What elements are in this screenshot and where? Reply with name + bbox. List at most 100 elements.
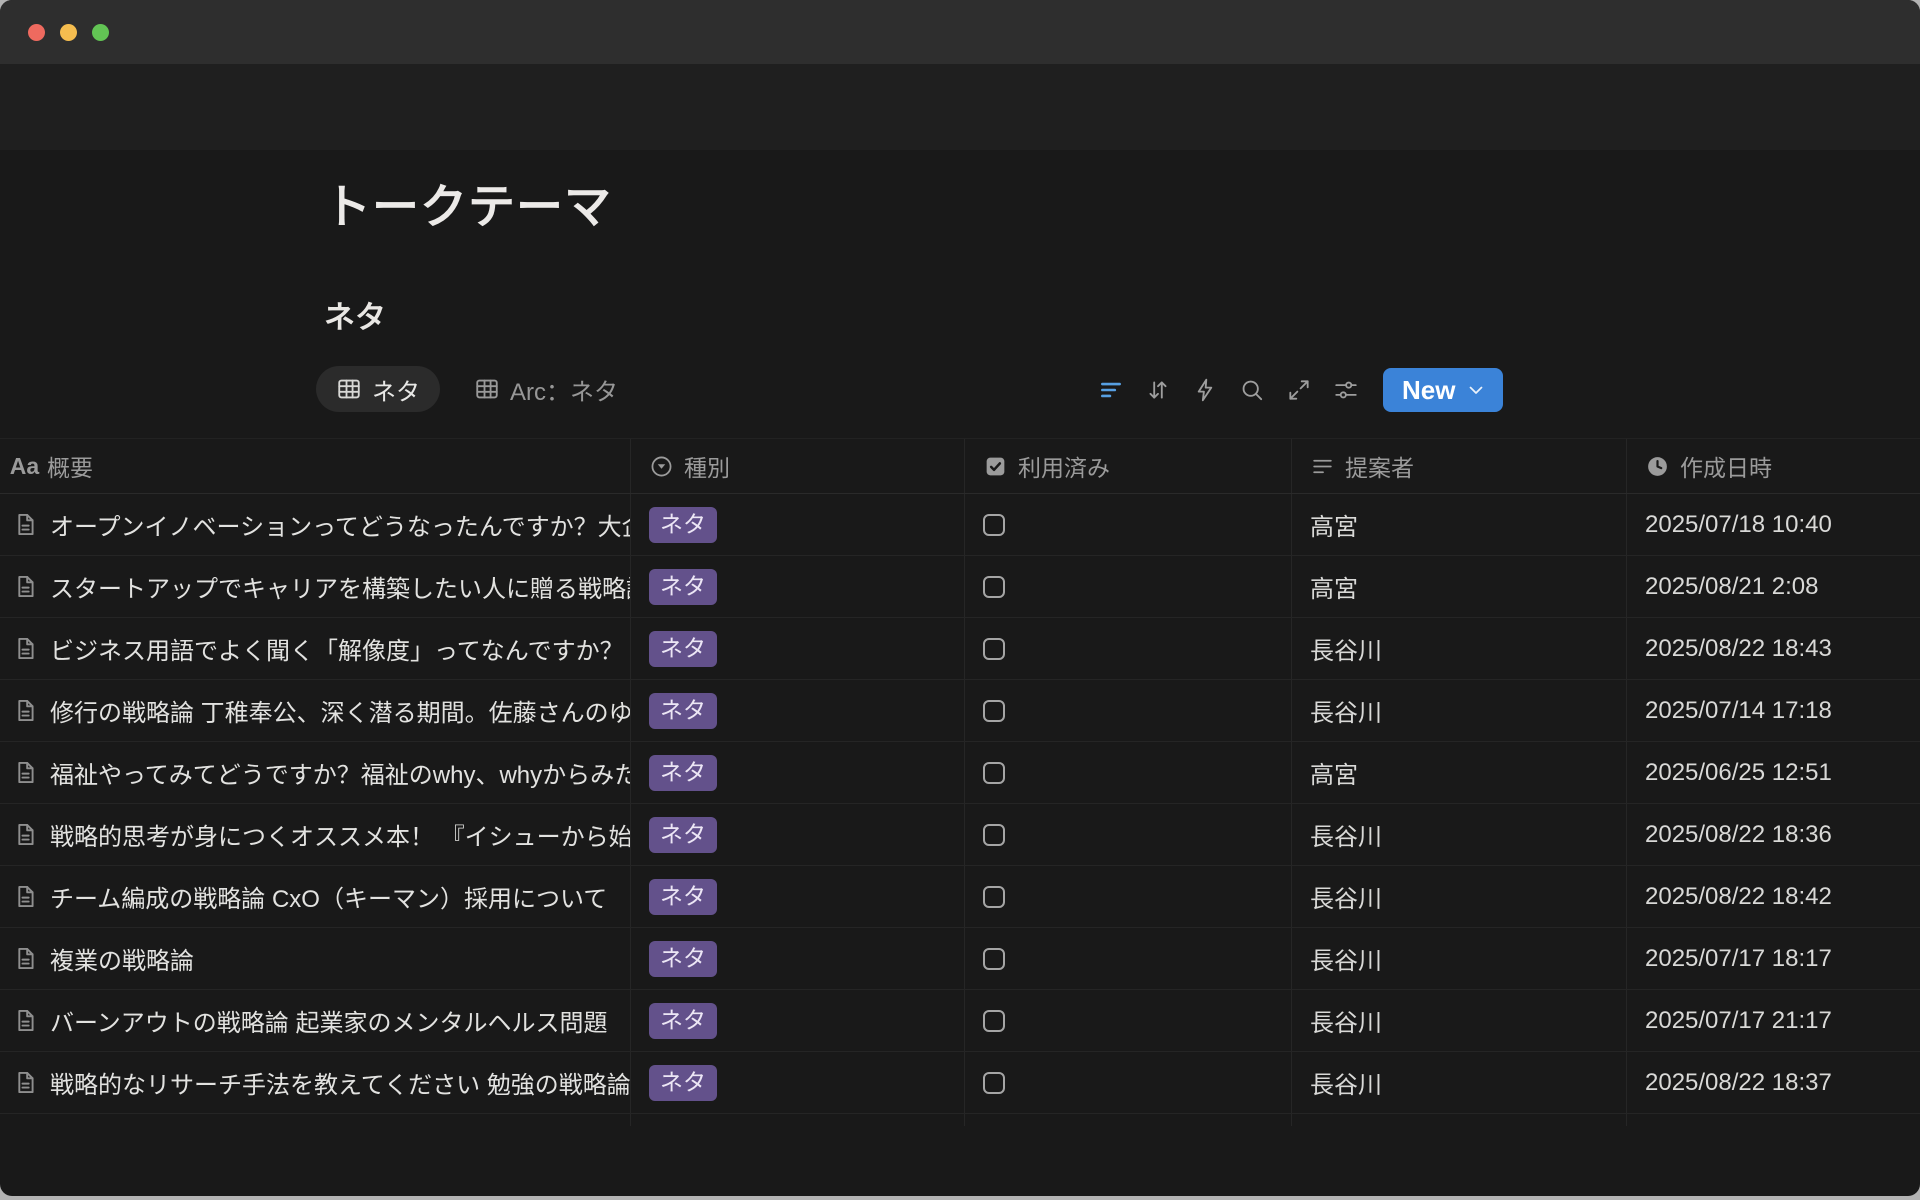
column-header[interactable]: 提案者 [1292,439,1627,493]
used-checkbox[interactable] [983,576,1005,598]
view-tabs: ネタ Arc：ネタ [316,366,638,412]
type-cell[interactable]: ネタ [631,866,965,927]
used-cell[interactable] [965,804,1292,865]
zoom-button[interactable] [92,24,109,41]
filter-icon[interactable] [1098,377,1124,403]
clock-icon [1645,454,1670,479]
type-cell[interactable]: ネタ [631,556,965,617]
used-checkbox[interactable] [983,700,1005,722]
column-header[interactable]: 作成日時 [1627,439,1920,493]
sliders-icon[interactable] [1333,377,1359,403]
type-cell[interactable]: ネタ [631,990,965,1051]
proposer-value: 長谷川 [1310,1065,1382,1100]
proposer-cell[interactable]: 長谷川 [1292,1052,1627,1113]
title-cell[interactable]: バーンアウトの戦略論 起業家のメンタルヘルス問題 [0,990,631,1051]
proposer-value: 長谷川 [1310,1003,1382,1038]
view-tab-neta[interactable]: ネタ [316,366,440,412]
used-checkbox[interactable] [983,638,1005,660]
used-cell[interactable] [965,866,1292,927]
created-cell[interactable]: 2025/07/17 21:17 [1627,990,1920,1051]
header-band [0,64,1920,150]
traffic-lights [28,24,109,41]
proposer-cell[interactable]: 高宮 [1292,494,1627,555]
used-cell[interactable] [965,618,1292,679]
title-cell[interactable]: 戦略的なリサーチ手法を教えてください 勉強の戦略論、あ [0,1052,631,1113]
proposer-cell[interactable]: 長谷川 [1292,990,1627,1051]
used-checkbox[interactable] [983,1010,1005,1032]
created-cell[interactable]: 2025/07/14 17:18 [1627,680,1920,741]
new-button[interactable]: New [1383,368,1503,412]
type-cell[interactable]: ネタ [631,742,965,803]
proposer-cell[interactable]: 長谷川 [1292,928,1627,989]
expand-icon[interactable] [1286,377,1312,403]
type-cell[interactable]: ネタ [631,928,965,989]
proposer-cell[interactable]: 長谷川 [1292,680,1627,741]
proposer-cell[interactable]: 長谷川 [1292,618,1627,679]
title-cell[interactable]: 福祉やってみてどうですか？福祉のwhy、whyからみた福祉 [0,742,631,803]
proposer-cell[interactable]: 長谷川 [1292,866,1627,927]
sort-icon[interactable] [1145,377,1171,403]
page-title[interactable]: トークテーマ [324,168,612,237]
used-cell[interactable] [965,742,1292,803]
used-checkbox[interactable] [983,824,1005,846]
created-cell[interactable]: 2025/07/17 18:17 [1627,928,1920,989]
used-cell[interactable] [965,928,1292,989]
column-header[interactable]: Aa概要 [0,439,631,493]
checkbox-icon [983,454,1008,479]
title-cell[interactable]: 修行の戦略論 丁稚奉公、深く潜る期間。佐藤さんのゆる [0,680,631,741]
used-checkbox[interactable] [983,886,1005,908]
title-cell[interactable]: オープンイノベーションってどうなったんですか？大企業 [0,494,631,555]
used-checkbox[interactable] [983,514,1005,536]
view-tab-arc-neta[interactable]: Arc：ネタ [454,366,638,412]
title-cell[interactable]: 複業の戦略論 [0,928,631,989]
database-title[interactable]: ネタ [324,292,386,337]
minimize-button[interactable] [60,24,77,41]
type-cell[interactable]: ネタ [631,804,965,865]
chevron-down-icon[interactable] [1464,378,1488,402]
proposer-cell[interactable]: 高宮 [1292,742,1627,803]
used-cell[interactable] [965,1052,1292,1113]
close-button[interactable] [28,24,45,41]
proposer-value: 高宮 [1310,507,1358,542]
title-cell[interactable]: チーム編成の戦略論 CxO（キーマン）採用について [0,866,631,927]
used-cell[interactable] [965,990,1292,1051]
type-cell[interactable]: ネタ [631,618,965,679]
type-cell[interactable]: ネタ [631,494,965,555]
new-button-label: New [1402,375,1455,406]
created-cell[interactable]: 2025/08/22 18:36 [1627,804,1920,865]
search-icon[interactable] [1239,377,1265,403]
table-header-row: Aa概要種別利用済み提案者作成日時 [0,438,1920,494]
used-cell[interactable] [965,494,1292,555]
column-header[interactable]: 利用済み [965,439,1292,493]
proposer-cell[interactable]: 長谷川 [1292,804,1627,865]
proposer-value: 高宮 [1310,755,1358,790]
type-cell[interactable]: ネタ [631,680,965,741]
created-cell[interactable]: 2025/06/25 12:51 [1627,742,1920,803]
created-cell[interactable]: 2025/08/22 18:37 [1627,1052,1920,1113]
created-cell[interactable]: 2025/07/18 10:40 [1627,494,1920,555]
created-value: 2025/07/17 21:17 [1645,1007,1832,1035]
created-cell[interactable]: 2025/08/21 2:08 [1627,556,1920,617]
bolt-icon[interactable] [1192,377,1218,403]
title-cell[interactable]: 戦略的思考が身につくオススメ本！ 『イシューから始め [0,804,631,865]
column-header[interactable]: 種別 [631,439,965,493]
used-cell[interactable] [965,680,1292,741]
row-title: 修行の戦略論 丁稚奉公、深く潜る期間。佐藤さんのゆる [50,693,631,728]
proposer-cell[interactable]: 高宮 [1292,556,1627,617]
type-tag: ネタ [649,693,717,729]
title-cell[interactable]: スタートアップでキャリアを構築したい人に贈る戦略論 [0,556,631,617]
used-checkbox[interactable] [983,1072,1005,1094]
used-checkbox[interactable] [983,948,1005,970]
table-icon [336,376,362,402]
created-cell[interactable]: 2025/08/22 18:42 [1627,866,1920,927]
page-icon [12,759,39,786]
created-cell[interactable]: 2025/08/22 18:43 [1627,618,1920,679]
table-row: 複業の戦略論ネタ 長谷川2025/07/17 18:17 [0,928,1920,990]
used-checkbox[interactable] [983,762,1005,784]
type-cell[interactable]: ネタ [631,1052,965,1113]
row-title: チーム編成の戦略論 CxO（キーマン）採用について [50,879,607,914]
used-cell[interactable] [965,556,1292,617]
title-cell[interactable]: ビジネス用語でよく聞く「解像度」ってなんですか？ [0,618,631,679]
created-value: 2025/08/22 18:37 [1645,1069,1832,1097]
table-icon [474,376,500,402]
